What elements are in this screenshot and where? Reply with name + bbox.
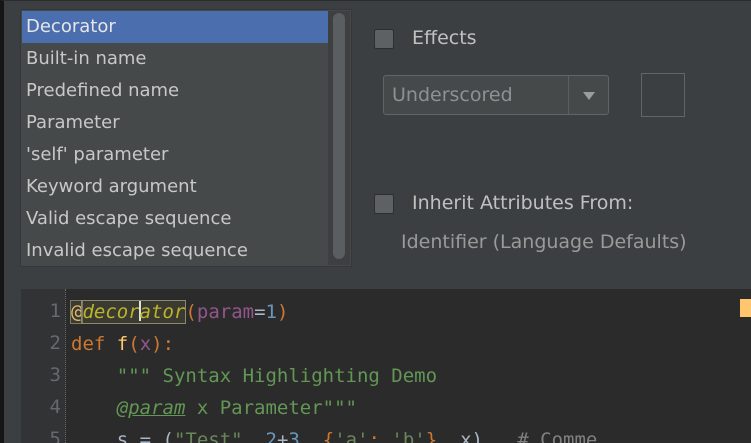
paren: ): bbox=[151, 333, 175, 355]
docstring: x Parameter""" bbox=[185, 397, 357, 419]
decorator-name-part-1: decor bbox=[82, 301, 140, 323]
decorator-name-part-2: ator bbox=[139, 301, 186, 323]
code-text: : bbox=[368, 429, 392, 443]
decorator-name: decorator bbox=[81, 300, 187, 324]
code-line-5: s = ("Test", 2+3, {'a': 'b'}, x) # Comme bbox=[71, 429, 598, 443]
dropdown-arrow-button[interactable] bbox=[568, 76, 608, 114]
list-item-self-parameter[interactable]: 'self' parameter bbox=[22, 139, 329, 171]
function-name: f bbox=[116, 333, 129, 355]
paren: ( bbox=[185, 301, 197, 323]
line-number: 1 bbox=[49, 300, 61, 322]
list-item-decorator[interactable]: Decorator bbox=[22, 11, 329, 43]
code-text: , { bbox=[299, 429, 335, 443]
number: 3 bbox=[288, 429, 300, 443]
string: 'a' bbox=[334, 429, 369, 443]
list-item-built-in-name[interactable]: Built-in name bbox=[22, 43, 329, 75]
decorator-at-sign: @ bbox=[69, 300, 84, 324]
code-line-3: """ Syntax Highlighting Demo bbox=[71, 365, 437, 387]
code-text: , bbox=[242, 429, 266, 443]
paren: ( bbox=[128, 333, 140, 355]
code-line-1: @decorator(param=1) bbox=[69, 300, 289, 324]
operator: = bbox=[254, 301, 266, 323]
effect-color-swatch[interactable] bbox=[641, 73, 685, 117]
list-scrollbar-thumb[interactable] bbox=[333, 13, 345, 259]
parameter: x bbox=[139, 333, 152, 355]
list-item-predefined-name[interactable]: Predefined name bbox=[22, 75, 329, 107]
number: 2 bbox=[265, 429, 277, 443]
effects-label: Effects bbox=[412, 27, 477, 49]
keyword-argument: param bbox=[196, 301, 255, 323]
code-line-4: @param x Parameter""" bbox=[71, 397, 357, 419]
error-stripe-marker[interactable] bbox=[740, 299, 751, 317]
paren: ) bbox=[276, 301, 289, 323]
effect-type-dropdown[interactable]: Underscored bbox=[383, 75, 609, 115]
line-number: 5 bbox=[49, 428, 61, 443]
variable: x bbox=[460, 429, 472, 443]
code-line-2: def f(x): bbox=[71, 333, 174, 355]
operator: + bbox=[276, 429, 289, 443]
effects-checkbox[interactable] bbox=[374, 29, 394, 49]
docstring: """ Syntax Highlighting Demo bbox=[116, 365, 438, 387]
effect-type-value: Underscored bbox=[392, 84, 513, 106]
gutter-divider bbox=[65, 289, 66, 443]
list-item-parameter[interactable]: Parameter bbox=[22, 107, 329, 139]
string: "Test" bbox=[173, 429, 243, 443]
chevron-down-icon bbox=[583, 92, 595, 100]
list-item-keyword-argument[interactable]: Keyword argument bbox=[22, 171, 329, 203]
line-number: 3 bbox=[49, 364, 61, 386]
attributes-list-panel: Decorator Built-in name Predefined name … bbox=[20, 9, 352, 267]
doc-tag: @param bbox=[116, 397, 186, 419]
comment: # Comme bbox=[517, 429, 598, 443]
inherit-attributes-checkbox[interactable] bbox=[374, 194, 394, 214]
code-preview-editor[interactable]: 1 2 3 4 5 @decorator(param=1) def f(x): … bbox=[21, 289, 751, 443]
code-text: s = ( bbox=[116, 429, 174, 443]
list-item-valid-escape-sequence[interactable]: Valid escape sequence bbox=[22, 203, 329, 235]
number: 1 bbox=[265, 301, 277, 323]
keyword: def bbox=[71, 333, 106, 355]
line-number: 4 bbox=[49, 396, 61, 418]
line-number-gutter: 1 2 3 4 5 bbox=[21, 289, 65, 443]
list-scrollbar[interactable] bbox=[328, 11, 350, 265]
list-item-invalid-escape-sequence[interactable]: Invalid escape sequence bbox=[22, 235, 329, 267]
inherit-source-link[interactable]: Identifier (Language Defaults) bbox=[401, 231, 687, 253]
string: 'b' bbox=[391, 429, 426, 443]
code-text: }, bbox=[425, 429, 461, 443]
line-number: 2 bbox=[49, 332, 61, 354]
inherit-attributes-label: Inherit Attributes From: bbox=[412, 192, 634, 214]
editor-scrollbar[interactable] bbox=[718, 289, 751, 443]
code-text: ) bbox=[471, 429, 518, 443]
attributes-list[interactable]: Decorator Built-in name Predefined name … bbox=[22, 11, 329, 267]
